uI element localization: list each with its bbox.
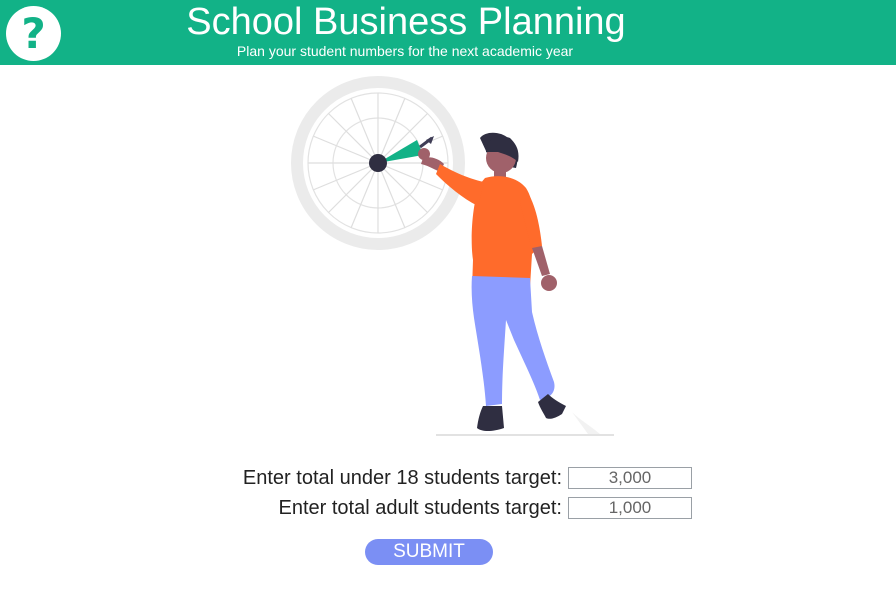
under18-label: Enter total under 18 students target: — [242, 467, 562, 489]
under18-row: Enter total under 18 students target: — [0, 465, 896, 491]
under18-input[interactable] — [568, 467, 692, 489]
adult-input[interactable] — [568, 497, 692, 519]
app-header: ? School Business Planning Plan your stu… — [0, 0, 896, 65]
dart-icon — [419, 136, 434, 149]
adult-row: Enter total adult students target: — [0, 495, 896, 521]
page-subtitle: Plan your student numbers for the next a… — [236, 43, 574, 59]
submit-button[interactable]: SUBMIT — [365, 539, 493, 565]
adult-label: Enter total adult students target: — [278, 497, 562, 519]
person-figure — [418, 132, 614, 436]
page-title: School Business Planning — [186, 1, 626, 43]
dart-wheel-illustration — [291, 76, 614, 436]
